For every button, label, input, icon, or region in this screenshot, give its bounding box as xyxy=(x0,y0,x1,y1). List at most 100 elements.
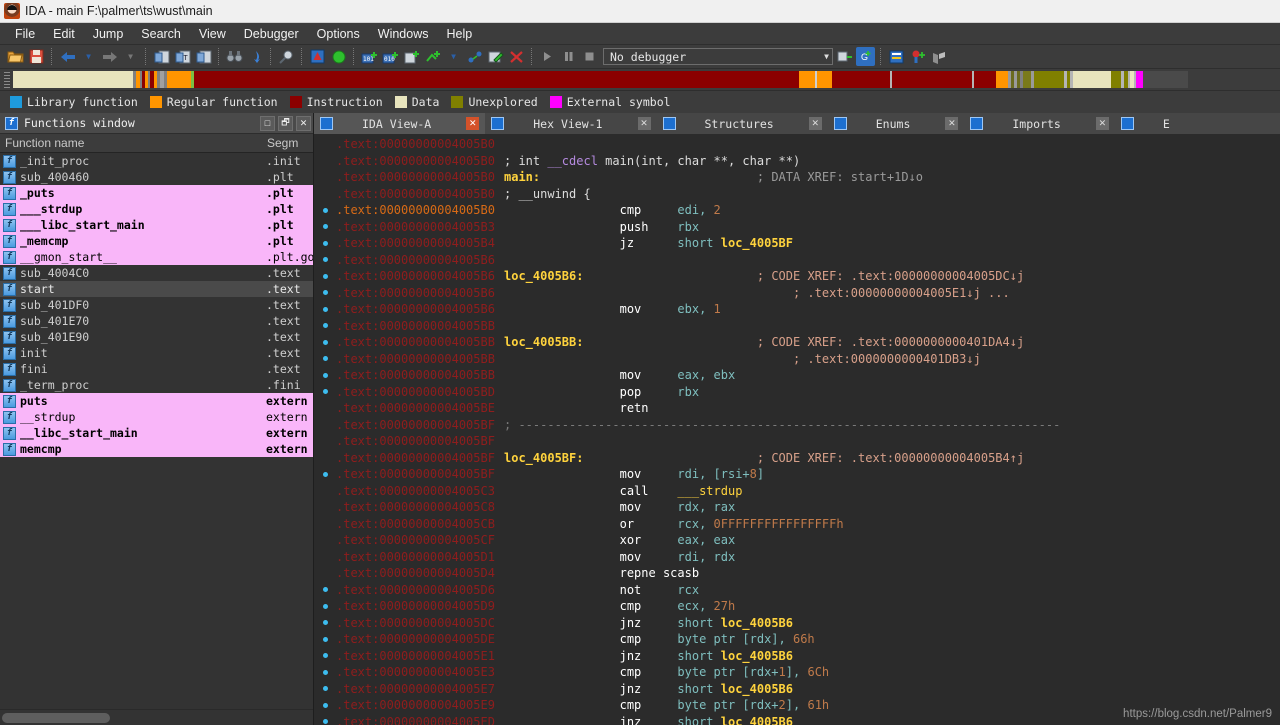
disassembly-line[interactable]: .text:00000000004005BF ; ----------------… xyxy=(314,417,1280,434)
breakpoint-dot-icon[interactable] xyxy=(322,686,328,692)
disassembly-line[interactable]: .text:00000000004005BB mov eax, ebx xyxy=(314,367,1280,384)
menu-item-jump[interactable]: Jump xyxy=(84,25,133,43)
add-breakpoint-icon[interactable] xyxy=(908,47,927,66)
breakpoint-gutter[interactable] xyxy=(314,306,336,312)
hex-view-icon[interactable] xyxy=(194,47,213,66)
disassembly-line[interactable]: .text:00000000004005C8 mov rdx, rax xyxy=(314,499,1280,516)
breakpoint-gutter[interactable] xyxy=(314,702,336,708)
breakpoint-dot-icon[interactable] xyxy=(322,356,328,362)
forward-dropdown-icon[interactable]: ▼ xyxy=(121,47,140,66)
disassembly-line[interactable]: .text:00000000004005BF xyxy=(314,433,1280,450)
disassembly-line[interactable]: .text:00000000004005E3 cmp byte ptr [rdx… xyxy=(314,664,1280,681)
menu-item-options[interactable]: Options xyxy=(308,25,369,43)
breakpoint-gutter[interactable] xyxy=(314,356,336,362)
table-row[interactable]: f init .text xyxy=(0,345,313,361)
breakpoint-dot-icon[interactable] xyxy=(322,224,328,230)
back-dropdown-icon[interactable]: ▼ xyxy=(79,47,98,66)
table-row[interactable]: f fini .text xyxy=(0,361,313,377)
breakpoint-dot-icon[interactable] xyxy=(322,306,328,312)
make-data-icon[interactable]: 010 xyxy=(381,47,400,66)
debug-pause-icon[interactable] xyxy=(559,47,578,66)
undefine-dropdown-icon[interactable]: ▼ xyxy=(444,47,463,66)
close-icon[interactable]: ✕ xyxy=(637,117,651,130)
breakpoint-gutter[interactable] xyxy=(314,273,336,279)
breakpoint-dot-icon[interactable] xyxy=(322,339,328,345)
tab-hex-view-1[interactable]: Hex View-1 ✕ xyxy=(485,113,656,134)
disassembly-line[interactable]: .text:00000000004005DC jnz short loc_400… xyxy=(314,615,1280,632)
breakpoint-dot-icon[interactable] xyxy=(322,587,328,593)
breakpoint-dot-icon[interactable] xyxy=(322,240,328,246)
disassembly-line[interactable]: .text:00000000004005C3 call ___strdup xyxy=(314,483,1280,500)
close-icon[interactable]: ✕ xyxy=(466,117,480,130)
disassembly-line[interactable]: .text:00000000004005E1 jnz short loc_400… xyxy=(314,648,1280,665)
menu-item-search[interactable]: Search xyxy=(132,25,190,43)
text-view-icon[interactable]: T xyxy=(173,47,192,66)
restore-button[interactable]: 🗗 xyxy=(278,115,293,131)
disassembly-code-view[interactable]: .text:00000000004005B0 .text:000000000040… xyxy=(314,134,1280,725)
breakpoint-gutter[interactable] xyxy=(314,686,336,692)
table-row[interactable]: f sub_400460 .plt xyxy=(0,169,313,185)
tab-structures[interactable]: Structures ✕ xyxy=(657,113,828,134)
table-row[interactable]: f __strdup extern xyxy=(0,409,313,425)
disassembly-line[interactable]: .text:00000000004005B0 main: ; DATA XREF:… xyxy=(314,169,1280,186)
disassembly-line[interactable]: .text:00000000004005B6 mov ebx, 1 xyxy=(314,301,1280,318)
breakpoint-gutter[interactable] xyxy=(314,224,336,230)
disassembly-line[interactable]: .text:00000000004005BF mov rdi, [rsi+8] xyxy=(314,466,1280,483)
debugger-select[interactable]: No debugger ▼ xyxy=(603,48,833,65)
table-row[interactable]: f puts extern xyxy=(0,393,313,409)
breakpoint-gutter[interactable] xyxy=(314,372,336,378)
disassembly-line[interactable]: .text:00000000004005BF loc_4005BF: ; CODE… xyxy=(314,450,1280,467)
disassembly-line[interactable]: .text:00000000004005BB ; .text:000000000… xyxy=(314,351,1280,368)
breakpoint-dot-icon[interactable] xyxy=(322,669,328,675)
graph-icon[interactable] xyxy=(465,47,484,66)
table-row[interactable]: f memcmp extern xyxy=(0,441,313,457)
menu-item-debugger[interactable]: Debugger xyxy=(235,25,308,43)
make-code-icon[interactable]: 101 xyxy=(360,47,379,66)
breakpoint-dot-icon[interactable] xyxy=(322,389,328,395)
breakpoint-gutter[interactable] xyxy=(314,240,336,246)
disassembly-line[interactable]: .text:00000000004005E7 jnz short loc_400… xyxy=(314,681,1280,698)
breakpoint-gutter[interactable] xyxy=(314,257,336,263)
breakpoint-dot-icon[interactable] xyxy=(322,702,328,708)
make-array-icon[interactable] xyxy=(402,47,421,66)
tab-imports[interactable]: Imports ✕ xyxy=(964,113,1114,134)
edit-pencil-icon[interactable] xyxy=(486,47,505,66)
disassembly-line[interactable]: .text:00000000004005BD pop rbx xyxy=(314,384,1280,401)
breakpoint-dot-icon[interactable] xyxy=(322,372,328,378)
disassembly-line[interactable]: .text:00000000004005B3 push rbx xyxy=(314,219,1280,236)
disassembly-line[interactable]: .text:00000000004005BE retn xyxy=(314,400,1280,417)
navigation-band[interactable] xyxy=(13,71,1278,88)
save-icon[interactable] xyxy=(27,47,46,66)
breakpoint-gutter[interactable] xyxy=(314,603,336,609)
column-header-function-name[interactable]: Function name xyxy=(0,136,264,150)
disassembly-line[interactable]: .text:00000000004005D4 repne scasb xyxy=(314,565,1280,582)
tracing-icon[interactable] xyxy=(929,47,948,66)
disassembly-line[interactable]: .text:00000000004005D9 cmp ecx, 27h xyxy=(314,598,1280,615)
breakpoint-gutter[interactable] xyxy=(314,636,336,642)
table-row[interactable]: f ___libc_start_main .plt xyxy=(0,217,313,233)
table-row[interactable]: f sub_4004C0 .text xyxy=(0,265,313,281)
breakpoint-dot-icon[interactable] xyxy=(322,636,328,642)
table-row[interactable]: f __libc_start_main extern xyxy=(0,425,313,441)
breakpoint-gutter[interactable] xyxy=(314,471,336,477)
breakpoint-gutter[interactable] xyxy=(314,620,336,626)
debug-run-icon[interactable] xyxy=(538,47,557,66)
breakpoints-list-icon[interactable] xyxy=(887,47,906,66)
breakpoint-dot-icon[interactable] xyxy=(322,273,328,279)
tab-e[interactable]: E xyxy=(1115,113,1204,134)
table-row[interactable]: f sub_401E70 .text xyxy=(0,313,313,329)
debug-stop-icon[interactable] xyxy=(580,47,599,66)
disassembly-line[interactable]: .text:00000000004005D6 not rcx xyxy=(314,582,1280,599)
table-row[interactable]: f _term_proc .fini xyxy=(0,377,313,393)
close-icon[interactable]: ✕ xyxy=(1095,117,1109,130)
code-view-icon[interactable] xyxy=(152,47,171,66)
close-icon[interactable]: ✕ xyxy=(945,117,959,130)
breakpoint-dot-icon[interactable] xyxy=(322,207,328,213)
back-arrow-icon[interactable] xyxy=(58,47,77,66)
breakpoint-dot-icon[interactable] xyxy=(322,290,328,296)
breakpoint-gutter[interactable] xyxy=(314,207,336,213)
table-row[interactable]: f _puts .plt xyxy=(0,185,313,201)
breakpoint-gutter[interactable] xyxy=(314,389,336,395)
column-header-segment[interactable]: Segm xyxy=(264,136,313,150)
disassembly-line[interactable]: .text:00000000004005B6 ; .text:000000000… xyxy=(314,285,1280,302)
